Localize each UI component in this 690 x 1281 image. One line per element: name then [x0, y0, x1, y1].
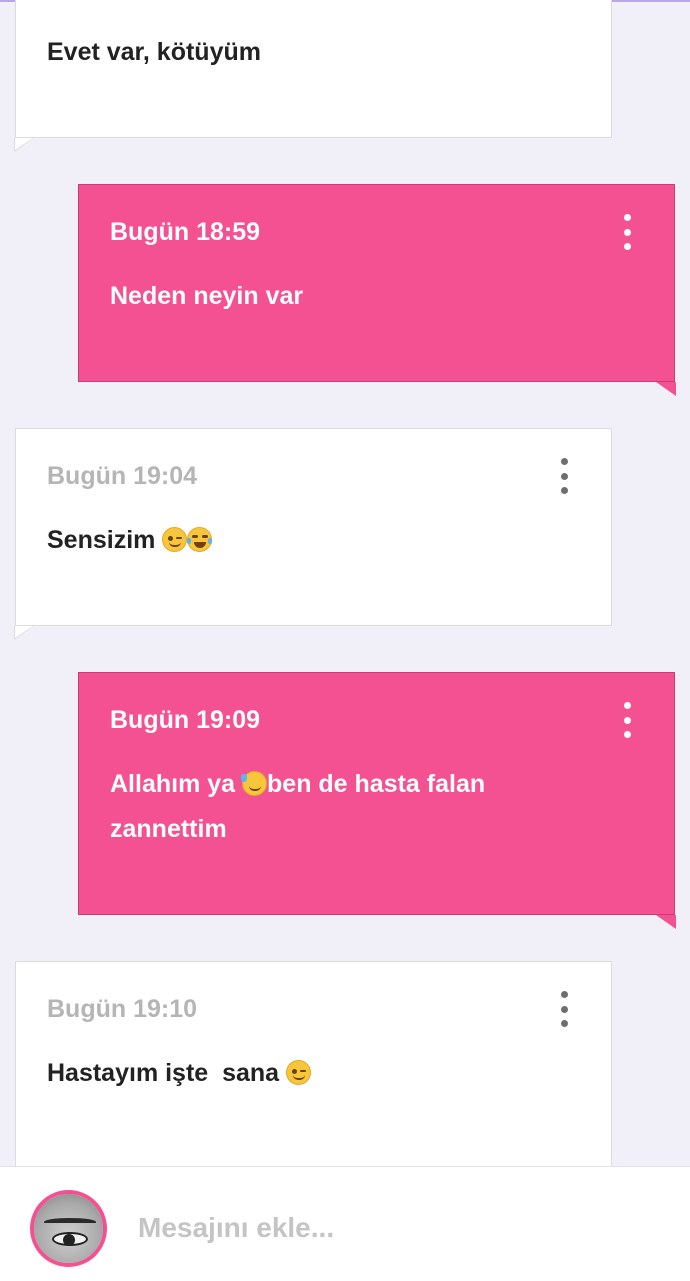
- message-text-part: Allahım ya: [110, 770, 236, 798]
- more-vertical-icon[interactable]: [617, 702, 637, 738]
- message-outgoing[interactable]: Bugün 18:59 Neden neyin var: [78, 184, 676, 396]
- message-timestamp: Bugün 19:10: [47, 995, 198, 1023]
- winking-face-emoji: [286, 1060, 312, 1085]
- avatar[interactable]: [30, 1190, 107, 1267]
- message-input[interactable]: [138, 1203, 658, 1253]
- message-composer: [0, 1166, 690, 1281]
- message-incoming[interactable]: Bugün 19:04 Sensizim: [14, 428, 612, 640]
- message-timestamp: Bugün 18:59: [110, 218, 261, 246]
- more-vertical-icon[interactable]: [617, 214, 637, 250]
- bubble-tail: [656, 915, 676, 929]
- message-text-line: Sensizim: [47, 518, 542, 563]
- message-text: Evet var, kötüyüm: [47, 38, 261, 66]
- message-timestamp: Bugün 19:04: [47, 462, 198, 490]
- message-text-line: Hastayım işte sana: [47, 1051, 542, 1096]
- message-incoming[interactable]: Bugün 19:10 Hastayım işte sana: [15, 961, 612, 1171]
- chat-screen: Evet var, kötüyüm Bugün 18:59 Neden neyi…: [0, 0, 690, 1281]
- more-vertical-icon[interactable]: [554, 991, 574, 1027]
- more-vertical-icon[interactable]: [554, 458, 574, 494]
- message-text: Neden neyin var: [110, 282, 304, 310]
- winking-face-emoji: [162, 527, 188, 552]
- message-incoming[interactable]: Evet var, kötüyüm: [14, 0, 612, 152]
- laughing-tears-emoji: [187, 527, 213, 552]
- message-outgoing[interactable]: Bugün 19:09 Allahım ya ben de hasta fala…: [78, 672, 676, 929]
- bubble-tail: [656, 382, 676, 396]
- message-text-line: Allahım ya ben de hasta falan zannettim: [110, 762, 525, 852]
- sweat-smile-emoji: [241, 771, 268, 796]
- message-text: Hastayım işte sana: [47, 1059, 280, 1087]
- message-timestamp: Bugün 19:09: [110, 706, 261, 734]
- message-text: Sensizim: [47, 526, 156, 554]
